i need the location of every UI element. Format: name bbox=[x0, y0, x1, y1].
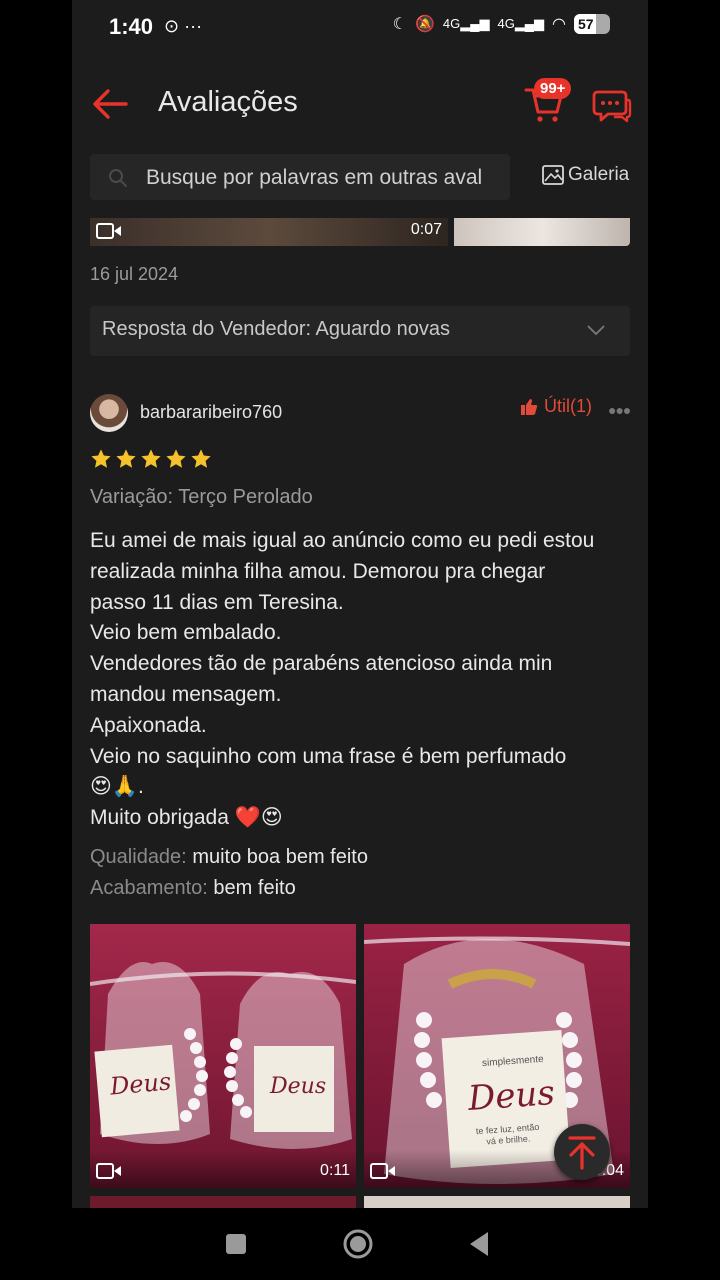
previous-review-media: 0:07 bbox=[90, 218, 630, 246]
variation: Variação: Terço Perolado bbox=[90, 486, 313, 508]
avatar[interactable] bbox=[90, 394, 128, 432]
thumbs-up-icon bbox=[521, 398, 538, 415]
quality-value: muito boa bem feito bbox=[192, 846, 368, 868]
review-text-line: Vendedores tão de parabéns atencioso ain… bbox=[90, 652, 553, 676]
moon-icon: ☾ bbox=[392, 16, 407, 33]
video-icon bbox=[96, 1163, 121, 1179]
status-time: 1:40 bbox=[109, 14, 154, 39]
video-duration: 0:07 bbox=[410, 221, 442, 238]
review-text-line: realizada minha filha amou. Demorou pra … bbox=[90, 559, 546, 583]
video-icon bbox=[370, 1163, 395, 1179]
video-icon bbox=[96, 223, 121, 239]
chevron-down-icon bbox=[587, 325, 605, 336]
review-text-line: Eu amei de mais igual ao anúncio como eu… bbox=[90, 529, 595, 552]
review-video-1[interactable]: Deus Deus 0:11 bbox=[90, 924, 356, 1188]
card-word: Deus bbox=[466, 1073, 557, 1119]
seller-reply-text: Resposta do Vendedor: Aguardo novas bbox=[102, 318, 451, 340]
finish-label: Acabamento: bbox=[90, 877, 208, 899]
search-input[interactable]: Busque por palavras em outras aval bbox=[90, 154, 510, 200]
scroll-to-top-button[interactable] bbox=[554, 1124, 610, 1180]
card-word-1: Deus bbox=[108, 1067, 173, 1101]
previous-review-video[interactable]: 0:07 bbox=[90, 218, 448, 246]
organza-bags-illustration bbox=[90, 924, 356, 1188]
star-icon bbox=[116, 449, 136, 468]
helpful-label: Útil(1) bbox=[544, 396, 592, 416]
seller-reply[interactable]: Resposta do Vendedor: Aguardo novas bbox=[90, 306, 630, 356]
rating-stars bbox=[90, 448, 212, 470]
review-text-line: Veio bem embalado. bbox=[90, 621, 282, 645]
star-icon bbox=[166, 449, 186, 468]
video-duration: 0:11 bbox=[320, 1162, 350, 1179]
review-text-line: Veio no saquinho com uma frase é bem per… bbox=[90, 744, 567, 768]
system-navigation-bar bbox=[0, 1208, 720, 1280]
status-notification-icons: ⊙ ··· bbox=[164, 16, 203, 36]
review-photo-3[interactable] bbox=[90, 1196, 356, 1208]
review-text-line: 😍🙏. bbox=[90, 775, 144, 799]
star-icon bbox=[191, 449, 211, 468]
search-placeholder: Busque por palavras em outras aval bbox=[146, 166, 483, 189]
search-icon bbox=[109, 169, 127, 187]
recents-button-icon[interactable] bbox=[218, 1226, 254, 1262]
signal-icon: 4G▂▄▆ bbox=[442, 16, 490, 31]
home-button-icon[interactable] bbox=[340, 1226, 376, 1262]
cart-badge: 99+ bbox=[534, 78, 572, 99]
username[interactable]: barbararibeiro760 bbox=[140, 402, 282, 423]
app-screen: 1:40 ⊙ ··· ☾ 🔕 4G▂▄▆ 4G▂▄▆ ◠ 57 Avaliaçõ… bbox=[72, 0, 648, 1208]
star-icon bbox=[141, 449, 161, 468]
review-date: 16 jul 2024 bbox=[90, 264, 179, 284]
back-arrow-icon[interactable] bbox=[90, 86, 130, 122]
more-options-icon[interactable]: ●●● bbox=[608, 402, 631, 418]
reviewer-row: barbararibeiro760 Útil(1) ●●● bbox=[90, 394, 631, 434]
review-text-line: mandou mensagem. bbox=[90, 682, 282, 706]
chat-icon[interactable] bbox=[592, 86, 632, 124]
mute-icon: 🔕 bbox=[414, 16, 435, 33]
arrow-up-icon bbox=[568, 1136, 596, 1170]
review-text-line: passo 11 dias em Teresina. bbox=[90, 590, 344, 614]
signal-icon-2: 4G▂▄▆ bbox=[497, 16, 545, 31]
review-photo-4[interactable] bbox=[364, 1196, 630, 1208]
quality-attribute: Qualidade: muito boa bem feito bbox=[90, 846, 368, 869]
review-text: Eu amei de mais igual ao anúncio como eu… bbox=[90, 526, 630, 834]
page-title: Avaliações bbox=[158, 86, 298, 118]
finish-attribute: Acabamento: bem feito bbox=[90, 877, 296, 900]
back-button-icon[interactable] bbox=[462, 1226, 498, 1262]
status-bar: 1:40 ⊙ ··· ☾ 🔕 4G▂▄▆ 4G▂▄▆ ◠ 57 bbox=[72, 0, 648, 56]
wifi-icon: ◠ bbox=[552, 16, 566, 33]
star-icon bbox=[91, 449, 111, 468]
gallery-button[interactable]: Galeria bbox=[542, 164, 629, 186]
review-text-line: Apaixonada. bbox=[90, 713, 207, 737]
finish-value: bem feito bbox=[213, 877, 296, 899]
quality-label: Qualidade: bbox=[90, 846, 187, 868]
helpful-button[interactable]: Útil(1) bbox=[520, 396, 592, 417]
search-row: Busque por palavras em outras aval Galer… bbox=[90, 152, 630, 202]
header: Avaliações 99+ bbox=[72, 72, 648, 136]
card-word-2: Deus bbox=[270, 1074, 327, 1099]
gallery-label: Galeria bbox=[568, 164, 630, 185]
image-icon bbox=[542, 165, 564, 185]
review-text-line: Muito obrigada ❤️😍 bbox=[90, 806, 283, 830]
battery-icon: 57 bbox=[574, 14, 610, 34]
previous-review-photo[interactable] bbox=[454, 218, 630, 246]
status-right-icons: ☾ 🔕 4G▂▄▆ 4G▂▄▆ ◠ 57 bbox=[393, 14, 610, 34]
